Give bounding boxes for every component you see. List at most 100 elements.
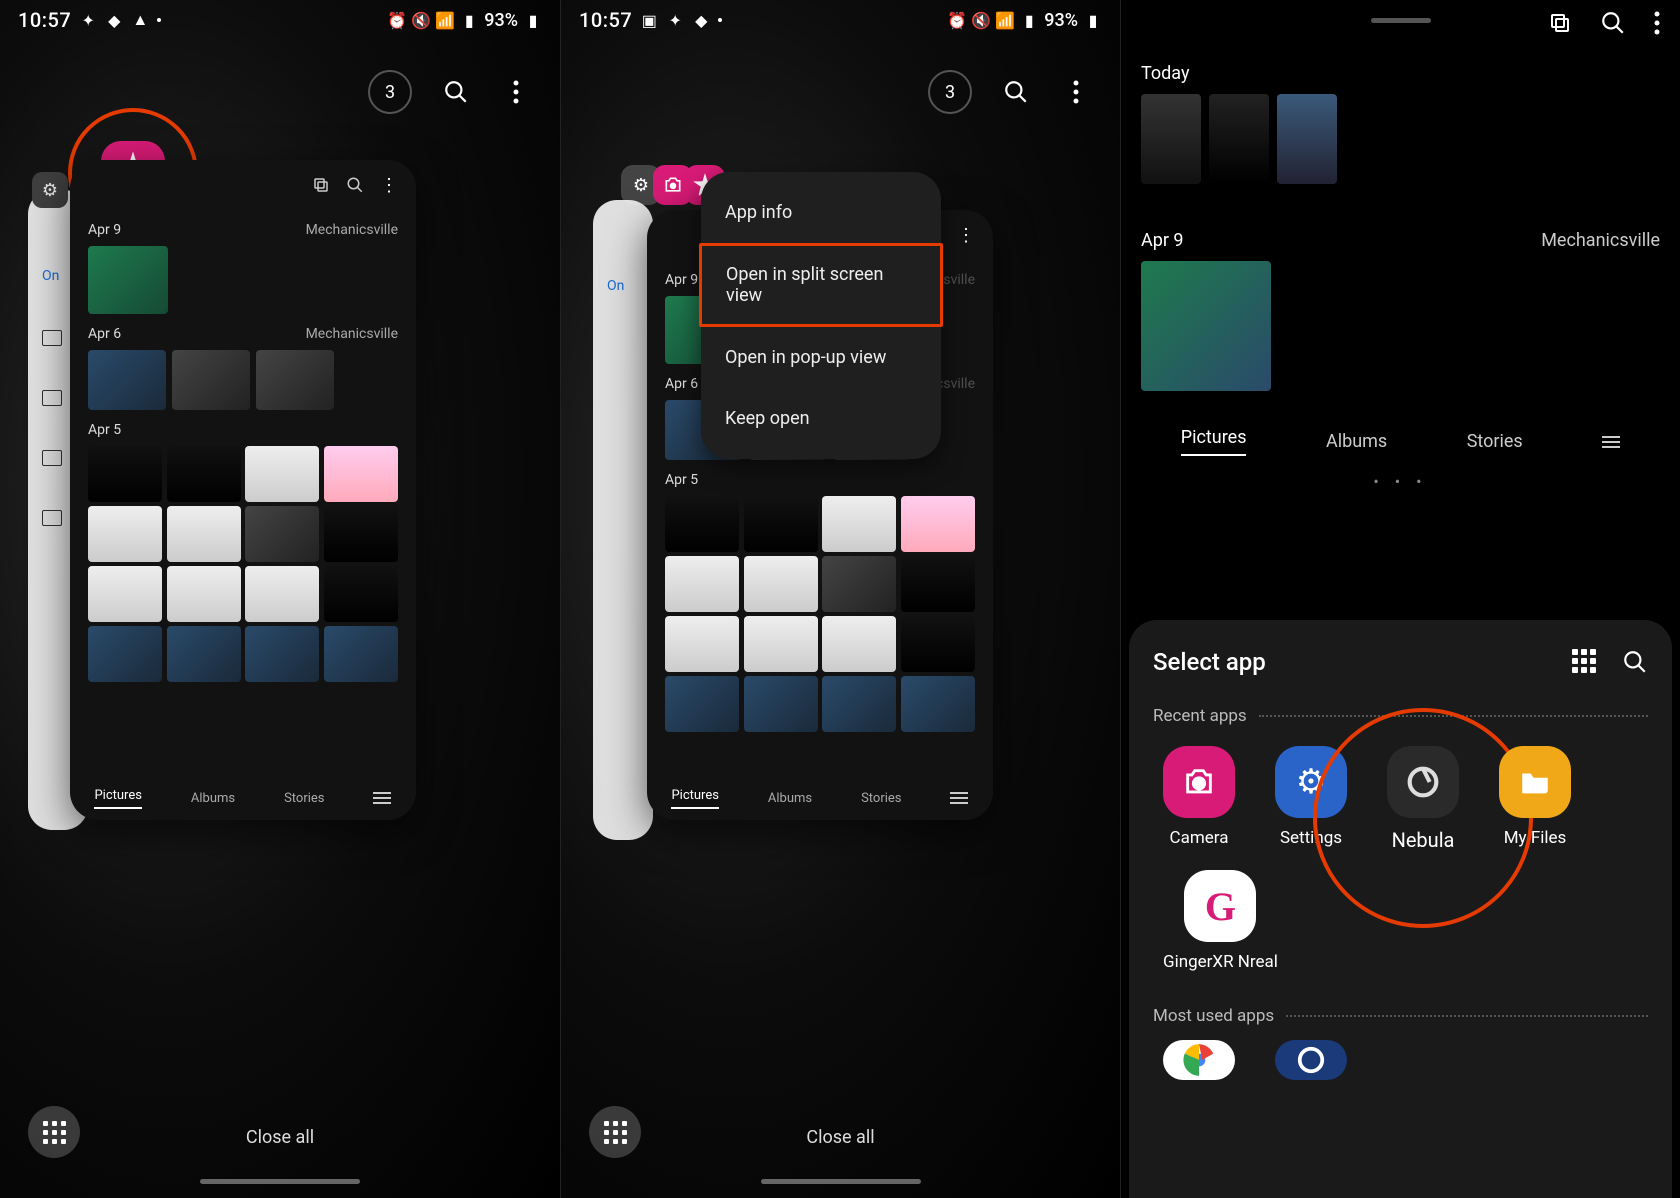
search-icon[interactable] — [440, 76, 472, 108]
most-used-label: Most used apps — [1153, 1006, 1274, 1026]
photo-thumb[interactable] — [822, 496, 896, 552]
photo-thumb[interactable] — [744, 556, 818, 612]
photo-thumb[interactable] — [88, 566, 162, 622]
section-date: Apr 5 — [665, 472, 698, 488]
photo-thumb[interactable] — [167, 626, 241, 682]
open-apps-count[interactable]: 3 — [368, 70, 412, 114]
photo-thumb[interactable] — [901, 616, 975, 672]
photo-thumb[interactable] — [324, 446, 398, 502]
tab-stories[interactable]: Stories — [284, 791, 324, 806]
tab-albums[interactable]: Albums — [768, 791, 812, 806]
photo-thumb[interactable] — [324, 566, 398, 622]
menu-keep-open[interactable]: Keep open — [701, 388, 941, 449]
gallery-card[interactable]: ⋮ Apr 9Mechanicsville Apr 6Mechanicsvill… — [70, 160, 416, 820]
tab-pictures[interactable]: Pictures — [94, 788, 141, 809]
menu-icon[interactable] — [373, 792, 391, 804]
wifi-icon: 📶 — [436, 11, 454, 29]
photo-thumb[interactable] — [88, 246, 168, 314]
section-location: Mechanicsville — [306, 222, 398, 238]
search-icon[interactable] — [346, 176, 364, 194]
app-myfiles[interactable]: My Files — [1499, 746, 1571, 852]
photo-thumb[interactable] — [665, 616, 739, 672]
drag-handle[interactable] — [1371, 18, 1431, 23]
nebula-icon — [1387, 746, 1459, 818]
apps-grid-icon[interactable] — [1572, 649, 1596, 675]
photo-thumb[interactable] — [167, 566, 241, 622]
photo-thumb[interactable] — [245, 446, 319, 502]
share-icon[interactable] — [312, 176, 330, 194]
split-divider[interactable]: • • • — [1141, 472, 1660, 491]
photo-thumb[interactable] — [172, 350, 250, 410]
section-date: Apr 5 — [88, 422, 121, 438]
photo-thumb[interactable] — [665, 676, 739, 732]
photo-thumb[interactable] — [901, 496, 975, 552]
gear-icon: ⚙ — [32, 172, 68, 208]
app-nebula[interactable]: Nebula — [1387, 746, 1459, 852]
photo-thumb[interactable] — [245, 566, 319, 622]
gesture-bar[interactable] — [200, 1179, 360, 1184]
photo-thumb[interactable] — [1141, 94, 1201, 184]
more-icon[interactable]: ⋮ — [380, 175, 398, 196]
photo-thumb[interactable] — [822, 676, 896, 732]
section-date: Apr 9 — [88, 222, 121, 238]
close-all-button[interactable]: Close all — [806, 1127, 874, 1148]
tab-stories[interactable]: Stories — [861, 791, 901, 806]
photo-thumb[interactable] — [744, 676, 818, 732]
bg-card-label: On — [607, 278, 624, 294]
tab-pictures[interactable]: Pictures — [671, 788, 718, 809]
photo-thumb[interactable] — [1141, 261, 1271, 391]
photo-thumb[interactable] — [1209, 94, 1269, 184]
menu-open-popup[interactable]: Open in pop-up view — [701, 327, 941, 388]
photo-thumb[interactable] — [744, 616, 818, 672]
search-icon[interactable] — [1600, 10, 1626, 36]
tab-stories[interactable]: Stories — [1467, 431, 1523, 452]
photo-thumb[interactable] — [167, 506, 241, 562]
menu-icon[interactable] — [950, 792, 968, 804]
search-icon[interactable] — [1000, 76, 1032, 108]
photo-thumb[interactable] — [256, 350, 334, 410]
photo-thumb[interactable] — [245, 506, 319, 562]
photo-thumb[interactable] — [324, 626, 398, 682]
mute-icon: 🔇 — [972, 11, 990, 29]
photo-thumb[interactable] — [88, 350, 166, 410]
more-notifications-dot — [157, 18, 161, 22]
gesture-bar[interactable] — [761, 1179, 921, 1184]
photo-thumb[interactable] — [1277, 94, 1337, 184]
tab-albums[interactable]: Albums — [191, 791, 235, 806]
photo-thumb[interactable] — [245, 626, 319, 682]
app-gingerxr[interactable]: G GingerXR Nreal — [1163, 870, 1278, 972]
photo-thumb[interactable] — [665, 496, 739, 552]
photo-thumb[interactable] — [901, 676, 975, 732]
photo-thumb[interactable] — [822, 556, 896, 612]
context-menu: App info Open in split screen view Open … — [701, 172, 941, 459]
background-card-settings[interactable]: On — [593, 200, 653, 840]
app-camera[interactable]: Camera — [1163, 746, 1235, 852]
pane-2-context-menu: 10:57 ▣ ✦ ◆ ⏰ 🔇 📶 ▮ 93% ▮ 3 ⚙ App info O… — [560, 0, 1120, 1198]
photo-thumb[interactable] — [324, 506, 398, 562]
more-icon[interactable]: ⋮ — [957, 225, 975, 246]
tab-albums[interactable]: Albums — [1326, 431, 1387, 452]
menu-open-split-screen[interactable]: Open in split screen view — [699, 243, 943, 327]
app-unknown[interactable] — [1275, 1040, 1347, 1080]
menu-app-info[interactable]: App info — [701, 182, 941, 243]
photo-thumb[interactable] — [822, 616, 896, 672]
section-date: Apr 9 — [1141, 230, 1184, 251]
stacked-windows-icon[interactable] — [1548, 11, 1572, 35]
photo-thumb[interactable] — [88, 446, 162, 502]
close-all-button[interactable]: Close all — [246, 1127, 314, 1148]
photo-thumb[interactable] — [901, 556, 975, 612]
photo-thumb[interactable] — [88, 506, 162, 562]
more-icon[interactable] — [1654, 11, 1660, 35]
photo-thumb[interactable] — [88, 626, 162, 682]
app-settings[interactable]: ⚙ Settings — [1275, 746, 1347, 852]
photo-thumb[interactable] — [665, 556, 739, 612]
menu-icon[interactable] — [1602, 436, 1620, 448]
app-chrome[interactable] — [1163, 1040, 1235, 1080]
photo-thumb[interactable] — [744, 496, 818, 552]
open-apps-count[interactable]: 3 — [928, 70, 972, 114]
search-icon[interactable] — [1622, 649, 1648, 675]
more-icon[interactable] — [500, 76, 532, 108]
tab-pictures[interactable]: Pictures — [1181, 427, 1247, 456]
photo-thumb[interactable] — [167, 446, 241, 502]
more-icon[interactable] — [1060, 76, 1092, 108]
